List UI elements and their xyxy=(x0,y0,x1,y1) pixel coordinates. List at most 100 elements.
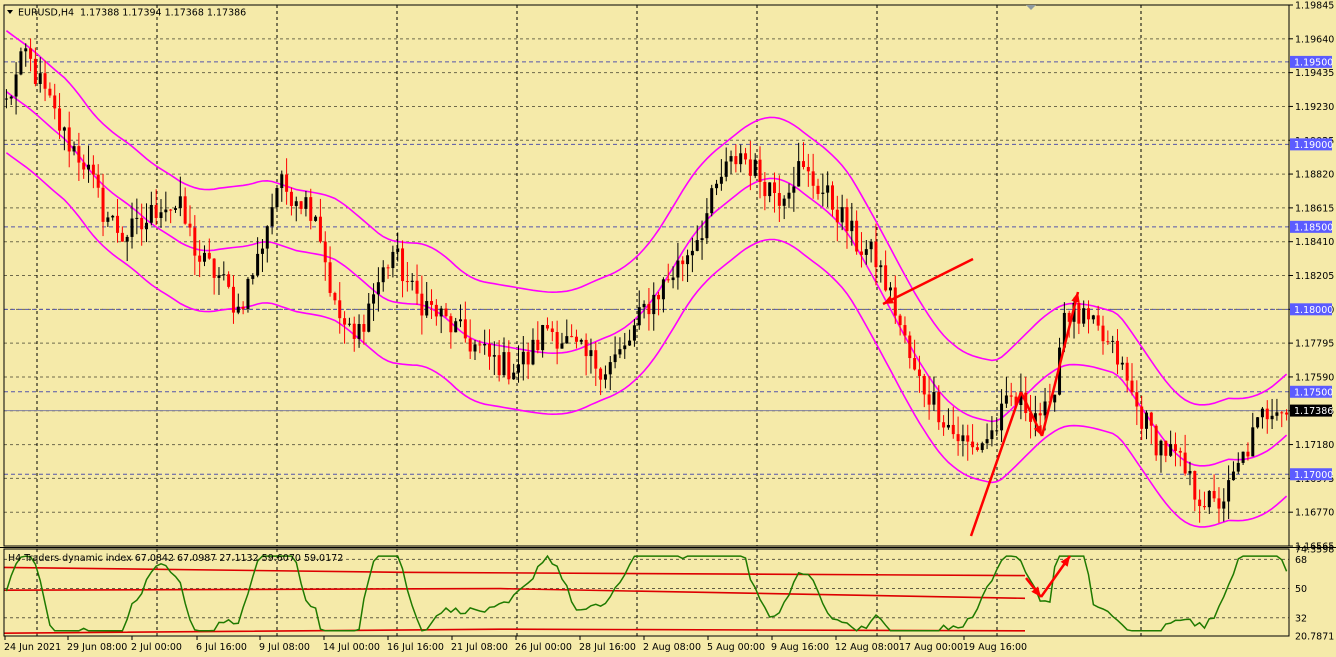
candle-body xyxy=(444,308,448,317)
candle-body xyxy=(4,98,8,100)
x-tick-label: 9 Jul 08:00 xyxy=(259,642,310,653)
candle-body xyxy=(628,340,632,346)
x-tick-label: 9 Aug 16:00 xyxy=(771,642,829,653)
candle-body xyxy=(521,351,525,365)
candle-body xyxy=(116,215,120,233)
candle-body xyxy=(657,294,661,300)
candle-body xyxy=(53,95,57,109)
candle-body xyxy=(589,350,593,357)
x-tick-label: 2 Aug 08:00 xyxy=(643,642,701,653)
candle-body xyxy=(14,74,18,97)
y-tick-label: 1.19640 xyxy=(1295,34,1334,45)
candle-body xyxy=(77,146,81,163)
candle-body xyxy=(328,262,332,293)
candle-body xyxy=(19,51,23,75)
candle-body xyxy=(917,369,921,377)
candle-body xyxy=(584,339,588,357)
candle-body xyxy=(565,336,569,344)
y-tick-label: 1.18820 xyxy=(1295,170,1334,181)
candle-body xyxy=(1106,341,1110,343)
candle-body xyxy=(1173,444,1177,451)
candle-body xyxy=(661,279,665,300)
candle-body xyxy=(299,201,303,209)
candle-body xyxy=(318,216,322,242)
candle-body xyxy=(1000,403,1004,431)
indicator-scale-label: 68 xyxy=(1295,555,1307,566)
candle-body xyxy=(439,308,443,317)
candle-body xyxy=(599,368,603,380)
candle-body xyxy=(594,350,598,369)
candle-body xyxy=(1227,480,1231,502)
candle-body xyxy=(632,325,636,341)
candle-body xyxy=(386,267,390,269)
indicator-scale-label: 50 xyxy=(1295,584,1307,595)
candle-body xyxy=(1285,412,1289,415)
x-tick-label: 19 Aug 16:00 xyxy=(963,642,1027,653)
candle-body xyxy=(217,275,221,278)
candle-body xyxy=(396,248,400,252)
x-tick-label: 28 Jul 16:00 xyxy=(579,642,636,653)
candle-body xyxy=(686,255,690,265)
candle-body xyxy=(207,252,211,259)
candle-body xyxy=(536,339,540,351)
candle-body xyxy=(492,355,496,357)
candle-body xyxy=(430,301,434,305)
candle-body xyxy=(1043,401,1047,416)
x-tick-label: 14 Jul 00:00 xyxy=(323,642,380,653)
candle-body xyxy=(91,164,95,175)
candle-body xyxy=(449,316,453,333)
candle-body xyxy=(570,336,574,338)
candle-body xyxy=(845,207,849,232)
candle-body xyxy=(512,372,516,380)
y-tick-label: 1.18615 xyxy=(1295,203,1334,214)
candle-body xyxy=(531,339,535,365)
candle-body xyxy=(990,430,994,440)
candle-body xyxy=(773,182,777,193)
candle-body xyxy=(1178,450,1182,453)
candle-body xyxy=(285,174,289,192)
candle-body xyxy=(637,307,641,326)
x-tick-label: 16 Jul 16:00 xyxy=(387,642,444,653)
price-chart[interactable]: 1.198451.196401.194351.192301.190251.188… xyxy=(0,0,1336,657)
y-tick-label: 1.19435 xyxy=(1295,68,1334,79)
candle-body xyxy=(724,161,728,177)
candle-body xyxy=(280,174,284,189)
candle-body xyxy=(309,197,313,221)
candle-body xyxy=(1183,452,1187,474)
y-tick-label: 1.19845 xyxy=(1295,1,1334,12)
level-tag-label: 1.19000 xyxy=(1294,140,1333,151)
x-tick-label: 2 Jul 00:00 xyxy=(131,642,182,653)
candle-body xyxy=(251,275,255,279)
candle-body xyxy=(497,355,501,376)
candle-body xyxy=(289,191,293,206)
candle-body xyxy=(671,277,675,281)
indicator-title: H4 Traders dynamic index 67.0842 67.0987… xyxy=(8,553,343,564)
candle-body xyxy=(265,226,269,249)
candle-body xyxy=(946,424,950,428)
candle-body xyxy=(193,227,197,256)
candle-body xyxy=(29,48,33,59)
candle-body xyxy=(72,146,76,152)
candle-body xyxy=(222,274,226,276)
x-tick-label: 21 Jul 08:00 xyxy=(451,642,508,653)
candle-body xyxy=(67,127,71,152)
x-tick-label: 26 Jul 00:00 xyxy=(515,642,572,653)
level-tag-label: 1.17000 xyxy=(1294,470,1333,481)
candle-body xyxy=(927,394,931,405)
candle-body xyxy=(985,439,989,444)
candle-body xyxy=(903,325,907,336)
candle-body xyxy=(1188,471,1192,474)
candle-body xyxy=(802,161,806,167)
candle-body xyxy=(473,344,477,352)
candle-body xyxy=(893,287,897,316)
candle-body xyxy=(835,209,839,223)
candle-body xyxy=(125,236,129,242)
candle-body xyxy=(710,188,714,214)
candle-body xyxy=(202,252,206,262)
candle-body xyxy=(574,336,578,342)
candle-body xyxy=(744,153,748,160)
candle-body xyxy=(415,280,419,294)
x-tick-label: 17 Aug 00:00 xyxy=(899,642,963,653)
candle-body xyxy=(560,343,564,349)
candle-body xyxy=(1116,340,1120,365)
